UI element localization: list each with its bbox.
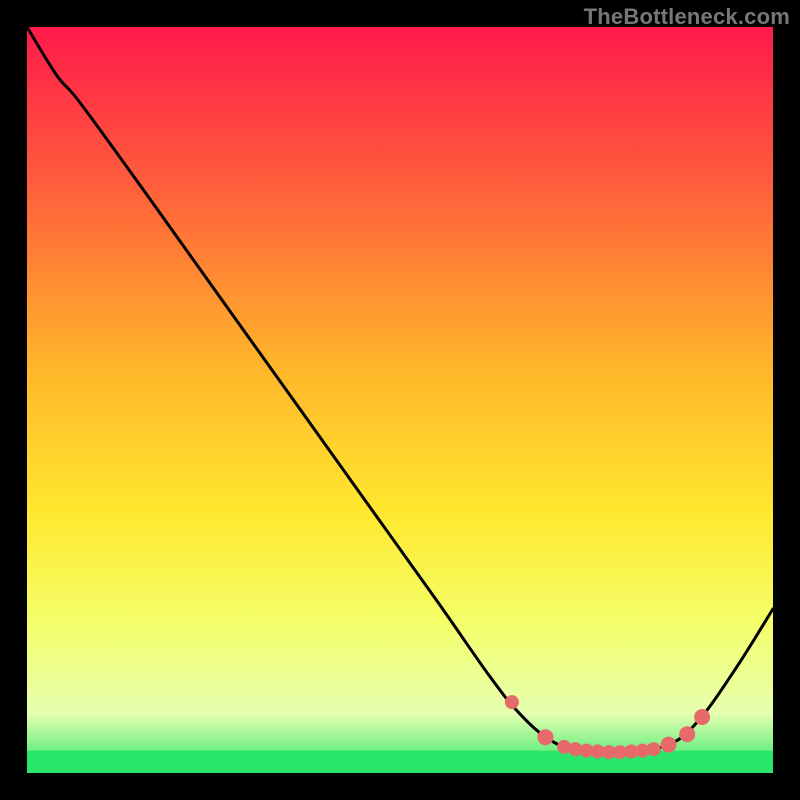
marker-point: [661, 737, 677, 753]
attribution-label: TheBottleneck.com: [584, 4, 790, 30]
marker-point: [505, 695, 519, 709]
marker-point: [694, 709, 710, 725]
green-band: [27, 751, 773, 773]
chart-frame: TheBottleneck.com: [0, 0, 800, 800]
marker-point: [647, 742, 661, 756]
plot-background: [27, 27, 773, 773]
marker-point: [679, 726, 695, 742]
marker-point: [537, 729, 553, 745]
bottleneck-chart: [0, 0, 800, 800]
